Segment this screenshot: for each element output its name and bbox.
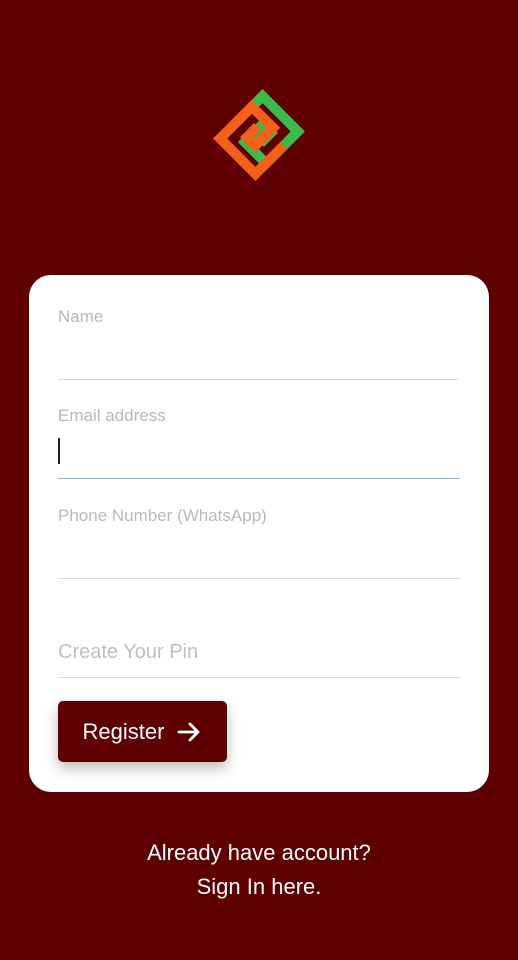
email-field[interactable]: Email address — [58, 403, 460, 479]
arrow-right-icon — [178, 722, 200, 741]
register-card: Name Email address Phone Number (WhatsAp… — [29, 275, 489, 792]
phone-field[interactable]: Phone Number (WhatsApp) — [58, 503, 460, 579]
register-button[interactable]: Register — [58, 701, 227, 762]
signin-prompt: Already have account? Sign In here. — [0, 836, 518, 904]
signin-link[interactable]: Sign In here. — [0, 870, 518, 904]
email-input[interactable] — [58, 440, 460, 470]
app-logo-icon — [213, 89, 305, 181]
email-label: Email address — [58, 406, 166, 425]
signin-question: Already have account? — [147, 840, 371, 865]
phone-input[interactable] — [58, 540, 460, 570]
name-input[interactable] — [58, 341, 460, 371]
name-field[interactable]: Name — [58, 303, 460, 380]
pin-field[interactable] — [58, 603, 460, 678]
name-label: Name — [58, 307, 104, 326]
phone-label: Phone Number (WhatsApp) — [58, 506, 267, 525]
pin-input[interactable] — [58, 637, 460, 667]
register-label: Register — [82, 718, 165, 744]
